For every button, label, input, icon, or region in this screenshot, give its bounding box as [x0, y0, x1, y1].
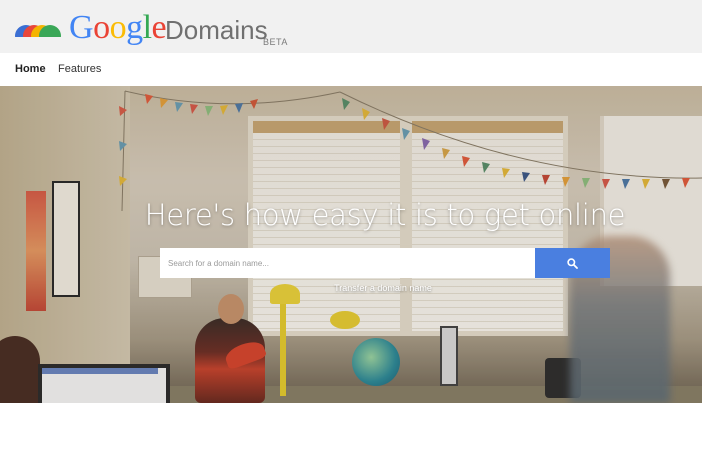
- nav-home-link[interactable]: Home: [15, 63, 46, 75]
- page-content-area: [0, 403, 702, 468]
- transfer-domain-link[interactable]: Transfer a domain name: [0, 283, 702, 293]
- wordmark-letter: o: [93, 9, 110, 46]
- google-domains-logo-icon[interactable]: [15, 25, 61, 47]
- search-icon: [567, 258, 578, 269]
- google-wordmark[interactable]: Google: [69, 8, 167, 48]
- product-name: Domains: [165, 15, 268, 45]
- hero-title: Here's how easy it is to get online: [144, 198, 626, 232]
- hero-banner: Here's how easy it is to get online Tran…: [0, 86, 702, 403]
- beta-badge: BETA: [263, 37, 288, 47]
- wordmark-letter: G: [69, 9, 94, 46]
- wordmark-letter: e: [151, 9, 167, 46]
- main-nav: Home Features: [0, 53, 702, 86]
- header-bar: Google Domains BETA: [0, 0, 702, 53]
- wordmark-letter: l: [142, 9, 152, 46]
- wordmark-letter: g: [126, 9, 143, 46]
- wordmark-letter: o: [109, 9, 127, 46]
- search-button[interactable]: [535, 248, 610, 278]
- nav-features-link[interactable]: Features: [58, 63, 101, 75]
- domain-search-input[interactable]: [160, 248, 535, 278]
